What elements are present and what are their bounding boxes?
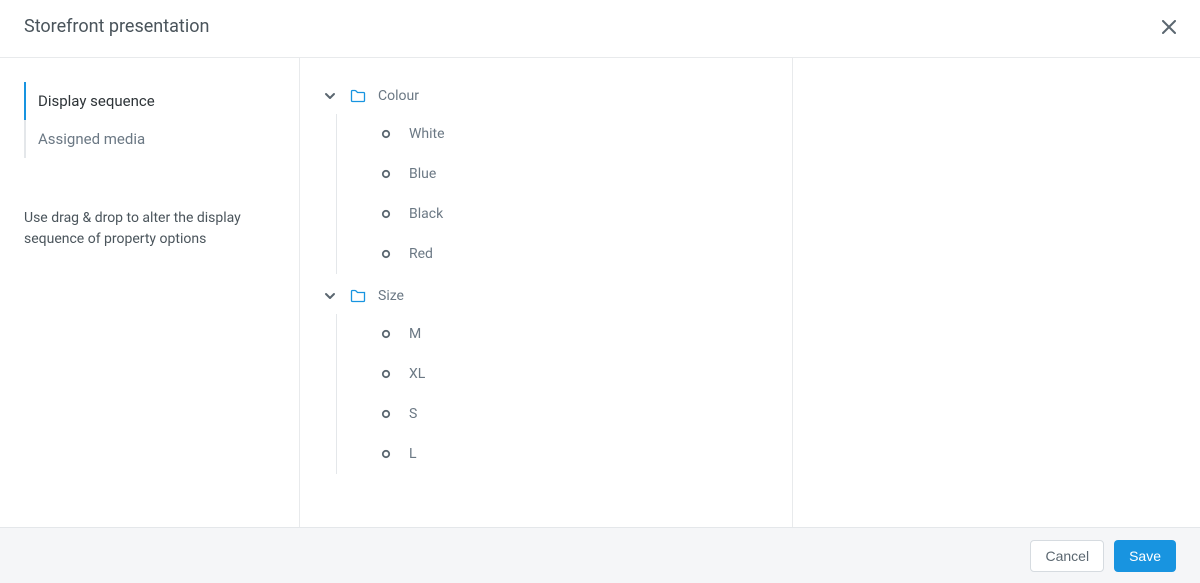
right-panel	[793, 58, 1200, 527]
save-button[interactable]: Save	[1114, 540, 1176, 572]
circle-icon	[381, 329, 391, 339]
options-list: M XL S L	[336, 314, 772, 474]
options-list: White Blue Black Red	[336, 114, 772, 274]
tab-label: Display sequence	[38, 92, 155, 110]
circle-icon	[381, 449, 391, 459]
circle-icon	[381, 169, 391, 179]
tab-label: Assigned media	[38, 130, 145, 148]
option-label: XL	[409, 366, 425, 382]
option-item[interactable]: L	[381, 434, 772, 474]
option-item[interactable]: Blue	[381, 154, 772, 194]
tab-assigned-media[interactable]: Assigned media	[24, 120, 275, 158]
option-item[interactable]: Red	[381, 234, 772, 274]
chevron-down-icon	[324, 290, 336, 302]
modal-header: Storefront presentation	[0, 0, 1200, 58]
sidebar: Display sequence Assigned media Use drag…	[0, 58, 300, 527]
option-label: White	[409, 126, 445, 142]
folder-icon	[350, 288, 366, 304]
option-item[interactable]: White	[381, 114, 772, 154]
option-item[interactable]: XL	[381, 354, 772, 394]
help-text: Use drag & drop to alter the display seq…	[0, 158, 299, 250]
tree-panel: Colour White Blue Black	[300, 58, 793, 527]
circle-icon	[381, 409, 391, 419]
group-header[interactable]: Colour	[324, 78, 772, 114]
option-item[interactable]: M	[381, 314, 772, 354]
option-label: Black	[409, 206, 443, 222]
option-item[interactable]: S	[381, 394, 772, 434]
property-group-colour: Colour White Blue Black	[324, 78, 772, 274]
modal-title: Storefront presentation	[24, 16, 209, 37]
option-label: S	[409, 406, 417, 422]
cancel-button[interactable]: Cancel	[1030, 540, 1104, 572]
storefront-presentation-modal: Storefront presentation Display sequence…	[0, 0, 1200, 528]
option-label: Red	[409, 246, 433, 262]
circle-icon	[381, 129, 391, 139]
option-label: Blue	[409, 166, 436, 182]
tab-display-sequence[interactable]: Display sequence	[24, 82, 275, 120]
circle-icon	[381, 209, 391, 219]
circle-icon	[381, 369, 391, 379]
folder-icon	[350, 88, 366, 104]
option-item[interactable]: Black	[381, 194, 772, 234]
option-label: L	[409, 446, 417, 462]
sidebar-tabs: Display sequence Assigned media	[0, 82, 299, 158]
option-label: M	[409, 326, 421, 342]
modal-body: Display sequence Assigned media Use drag…	[0, 58, 1200, 527]
close-icon[interactable]	[1162, 20, 1176, 34]
circle-icon	[381, 249, 391, 259]
chevron-down-icon	[324, 90, 336, 102]
group-label: Size	[378, 288, 404, 304]
group-label: Colour	[378, 88, 419, 104]
group-header[interactable]: Size	[324, 278, 772, 314]
property-group-size: Size M XL S	[324, 278, 772, 474]
modal-footer: Cancel Save	[0, 528, 1200, 583]
